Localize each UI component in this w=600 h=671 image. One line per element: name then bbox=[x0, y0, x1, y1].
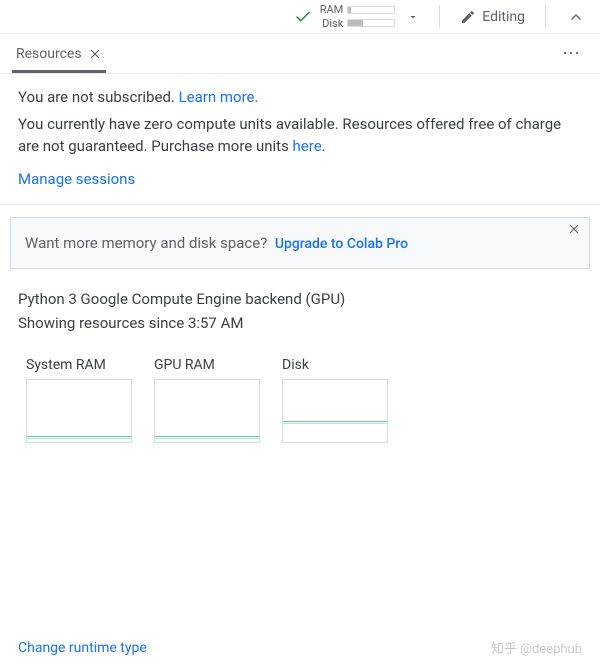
connected-check-icon bbox=[294, 8, 312, 26]
chart-canvas-gpu bbox=[154, 379, 260, 443]
manage-sessions-link[interactable]: Manage sessions bbox=[18, 168, 135, 191]
editing-mode-button[interactable]: Editing bbox=[454, 5, 531, 29]
watermark-text: 知乎 @deephub bbox=[491, 638, 582, 657]
collapse-button[interactable] bbox=[560, 5, 592, 29]
tab-title: Resources bbox=[16, 46, 82, 62]
backend-line-1: Python 3 Google Compute Engine backend (… bbox=[18, 287, 582, 311]
chart-title-ram: System RAM bbox=[26, 357, 132, 373]
connection-status[interactable]: RAM Disk bbox=[294, 3, 396, 31]
ram-label: RAM bbox=[320, 3, 344, 17]
chart-title-disk: Disk bbox=[282, 357, 388, 373]
footer-bar: Change runtime type 知乎 @deephub bbox=[0, 624, 600, 671]
ram-gauge bbox=[347, 6, 395, 14]
chart-canvas-disk bbox=[282, 379, 388, 443]
period: . bbox=[322, 137, 326, 155]
chart-canvas-ram bbox=[26, 379, 132, 443]
tab-resources[interactable]: Resources bbox=[12, 36, 106, 73]
connection-dropdown-button[interactable] bbox=[401, 7, 425, 27]
upgrade-colab-pro-link[interactable]: Upgrade to Colab Pro bbox=[275, 236, 408, 252]
pencil-icon bbox=[460, 9, 476, 25]
divider bbox=[439, 5, 440, 29]
upgrade-prompt-text: Want more memory and disk space? bbox=[25, 234, 267, 252]
tab-strip: Resources ⋯ bbox=[0, 34, 600, 74]
upgrade-card: Want more memory and disk space? Upgrade… bbox=[10, 217, 590, 269]
subscription-messages: You are not subscribed. Learn more. You … bbox=[0, 74, 600, 205]
zero-units-text: You currently have zero compute units av… bbox=[18, 115, 561, 156]
purchase-here-link[interactable]: here bbox=[293, 137, 322, 155]
divider bbox=[545, 5, 546, 29]
backend-info: Python 3 Google Compute Engine backend (… bbox=[0, 283, 600, 349]
change-runtime-type-link[interactable]: Change runtime type bbox=[18, 640, 147, 656]
chart-disk: Disk bbox=[282, 357, 388, 443]
disk-gauge bbox=[347, 19, 395, 27]
chart-gpu-ram: GPU RAM bbox=[154, 357, 260, 443]
more-menu-button[interactable]: ⋯ bbox=[556, 37, 588, 70]
chart-title-gpu: GPU RAM bbox=[154, 357, 260, 373]
resource-charts-row: System RAM GPU RAM Disk bbox=[0, 349, 600, 451]
disk-label: Disk bbox=[322, 17, 343, 31]
editing-label: Editing bbox=[482, 9, 525, 25]
learn-more-link[interactable]: Learn more. bbox=[179, 88, 259, 106]
backend-line-2: Showing resources since 3:57 AM bbox=[18, 311, 582, 335]
upgrade-close-icon[interactable] bbox=[567, 222, 581, 236]
chart-system-ram: System RAM bbox=[26, 357, 132, 443]
tab-close-icon[interactable] bbox=[88, 47, 102, 61]
resource-gauges: RAM Disk bbox=[320, 3, 396, 31]
top-status-bar: RAM Disk Editing bbox=[0, 0, 600, 34]
not-subscribed-text: You are not subscribed. bbox=[18, 88, 179, 106]
